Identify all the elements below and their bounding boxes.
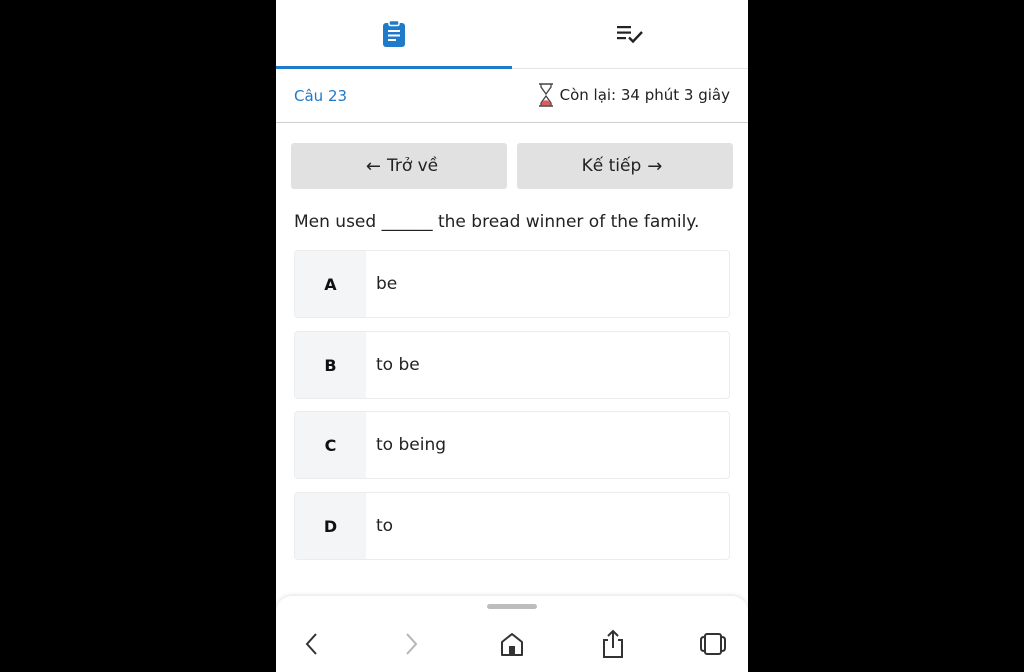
option-letter: C [295,412,366,478]
browser-toolbar [276,596,748,672]
quiz-screen: Câu 23 Còn lại: 34 phút 3 giây ← Trở về … [276,0,748,672]
drag-handle[interactable] [487,604,537,609]
quiz-status-bar: Câu 23 Còn lại: 34 phút 3 giây [276,69,748,123]
question-text: Men used ______ the bread winner of the … [294,212,700,232]
tab-question[interactable] [276,0,512,69]
option-text: be [376,274,398,294]
option-d[interactable]: D to [294,492,730,560]
option-letter: A [295,251,366,317]
tab-bar [276,0,748,69]
option-text: to [376,516,394,536]
next-button-label: Kế tiếp [581,156,642,176]
clipboard-icon [383,20,405,47]
tabs-icon [700,633,726,655]
browser-tabs-button[interactable] [697,628,729,660]
forward-icon [406,633,418,655]
browser-home-button[interactable] [496,628,528,660]
back-button-label: Trở về [386,156,439,176]
checklist-icon [617,26,643,44]
option-letter: D [295,493,366,559]
option-a[interactable]: A be [294,250,730,318]
option-b[interactable]: B to be [294,331,730,399]
option-c[interactable]: C to being [294,411,730,479]
next-button[interactable]: Kế tiếp → [517,143,733,189]
browser-forward-button[interactable] [396,628,428,660]
back-button[interactable]: ← Trở về [291,143,507,189]
tab-answer-list[interactable] [512,0,748,68]
share-icon [603,629,623,658]
hourglass-icon [538,83,553,107]
home-icon [501,633,523,656]
countdown-timer: Còn lại: 34 phút 3 giây [538,83,730,107]
browser-share-button[interactable] [597,628,629,660]
option-text: to be [376,355,420,375]
question-number: Câu 23 [294,87,348,105]
option-text: to being [376,435,447,455]
option-letter: B [295,332,366,398]
time-remaining-text: Còn lại: 34 phút 3 giây [559,86,730,104]
browser-back-button[interactable] [295,628,327,660]
back-icon [305,633,317,655]
arrow-right-icon: → [647,155,663,177]
arrow-left-icon: ← [365,155,381,177]
